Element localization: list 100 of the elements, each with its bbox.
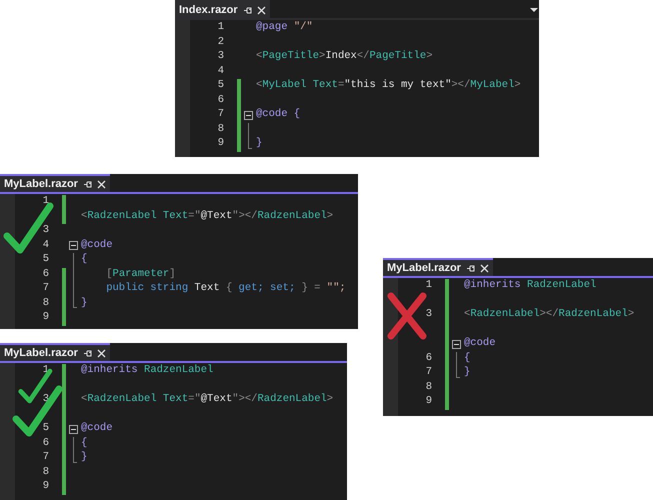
line-number: 1 <box>42 195 49 208</box>
code-token: </ <box>356 49 370 64</box>
code-token: > <box>426 49 432 64</box>
line-number: 3 <box>218 50 224 62</box>
code-token: { <box>81 436 88 451</box>
line-number: 9 <box>42 311 49 324</box>
code-token: public string <box>105 281 188 296</box>
code-token: @code { <box>256 107 300 122</box>
line-number: 8 <box>426 380 432 393</box>
code-token: @code <box>81 238 113 253</box>
line-number: 8 <box>42 296 49 309</box>
code-token: > <box>319 49 326 64</box>
editor-tab[interactable]: Index.razor <box>175 0 270 18</box>
close-icon <box>480 264 489 272</box>
code-token: < <box>256 78 262 94</box>
line-number: 7 <box>426 366 432 378</box>
code-token: } <box>81 296 88 311</box>
line-number: 2 <box>218 36 224 48</box>
line-number: 8 <box>218 122 224 135</box>
line-number: 7 <box>218 108 224 120</box>
code-token: @inherits <box>81 363 138 378</box>
code-token: "></ <box>232 208 258 224</box>
line-number: 5 <box>42 422 49 434</box>
line-number: 6 <box>42 436 49 449</box>
code-token: @code <box>81 421 113 436</box>
code-token: { <box>464 350 470 366</box>
code-token: MyLabel <box>262 78 306 94</box>
code-token: > <box>628 307 634 322</box>
code-token: Text <box>162 392 188 408</box>
code-token: MyLabel <box>470 78 514 94</box>
line-number: 8 <box>42 466 49 478</box>
code-token: < <box>81 208 88 224</box>
code-token: > <box>326 392 334 408</box>
tab-title: MyLabel.razor <box>387 260 461 276</box>
tab-title: MyLabel.razor <box>4 346 78 361</box>
code-token: < <box>464 307 470 322</box>
code-token: "this is my text" <box>344 78 452 94</box>
code-token: RadzenLabel <box>257 208 327 224</box>
line-number: 6 <box>218 94 224 106</box>
line-number: 5 <box>218 79 224 92</box>
code-token: ></ <box>540 307 559 322</box>
code-token: @page <box>256 20 288 36</box>
pin-icon <box>82 180 92 188</box>
code-token: Text <box>312 78 338 94</box>
line-number: 9 <box>426 395 432 408</box>
code-token: { <box>81 252 88 268</box>
code-token: ""; <box>326 281 346 296</box>
line-number: 1 <box>426 279 432 292</box>
code-token: @Text <box>200 392 232 408</box>
code-token: PageTitle <box>262 49 320 64</box>
code-token: ></ <box>451 78 470 94</box>
close-icon <box>256 6 266 14</box>
code-token: < <box>81 392 88 408</box>
line-number: 5 <box>42 253 49 266</box>
line-number: 9 <box>218 137 224 150</box>
code-token: RadzenLabel <box>558 307 628 322</box>
tab-title: Index.razor <box>179 2 238 18</box>
code-token: RadzenLabel <box>143 363 214 378</box>
code-token: get; set; <box>238 281 296 296</box>
pin-icon <box>466 264 475 272</box>
code-token: } <box>256 136 262 152</box>
code-token: =" <box>188 392 201 408</box>
line-number: 9 <box>42 480 49 492</box>
tab-title: MyLabel.razor <box>4 176 78 192</box>
line-number: 3 <box>426 308 432 320</box>
code-token: Text <box>193 281 221 296</box>
line-number: 7 <box>42 451 49 464</box>
code-token: < <box>256 49 262 64</box>
pin-icon <box>242 6 252 14</box>
editor-tab[interactable]: MyLabel.razor <box>0 343 110 361</box>
pin-icon <box>82 348 92 358</box>
code-token: Index <box>325 49 357 64</box>
code-token: > <box>326 208 334 224</box>
code-token: RadzenLabel <box>526 278 596 294</box>
code-token: RadzenLabel <box>87 392 157 408</box>
close-icon <box>96 348 106 358</box>
code-token: } <box>464 365 470 380</box>
code-token: [ <box>105 266 113 282</box>
code-token: "></ <box>232 392 258 408</box>
code-token: Parameter <box>112 266 170 282</box>
code-token: Text <box>162 208 188 224</box>
code-token: @Text <box>200 208 232 224</box>
editor-tab[interactable]: MyLabel.razor <box>383 258 493 276</box>
code-token: { <box>226 281 234 296</box>
line-number: 1 <box>218 21 224 34</box>
code-token: RadzenLabel <box>87 208 157 224</box>
code-token: RadzenLabel <box>257 392 327 408</box>
line-number: 3 <box>42 224 49 236</box>
code-token: = <box>338 78 344 94</box>
line-number: 4 <box>42 238 49 251</box>
line-number: 6 <box>42 268 49 280</box>
line-number: 7 <box>42 282 49 294</box>
editor-tab[interactable]: MyLabel.razor <box>0 174 110 192</box>
close-icon <box>96 180 106 188</box>
code-token: "/" <box>292 20 313 36</box>
line-number: 4 <box>218 64 224 77</box>
code-token: @code <box>464 336 496 352</box>
code-token: > <box>514 78 521 94</box>
line-number: 6 <box>426 352 432 364</box>
code-token: ] <box>169 266 176 282</box>
